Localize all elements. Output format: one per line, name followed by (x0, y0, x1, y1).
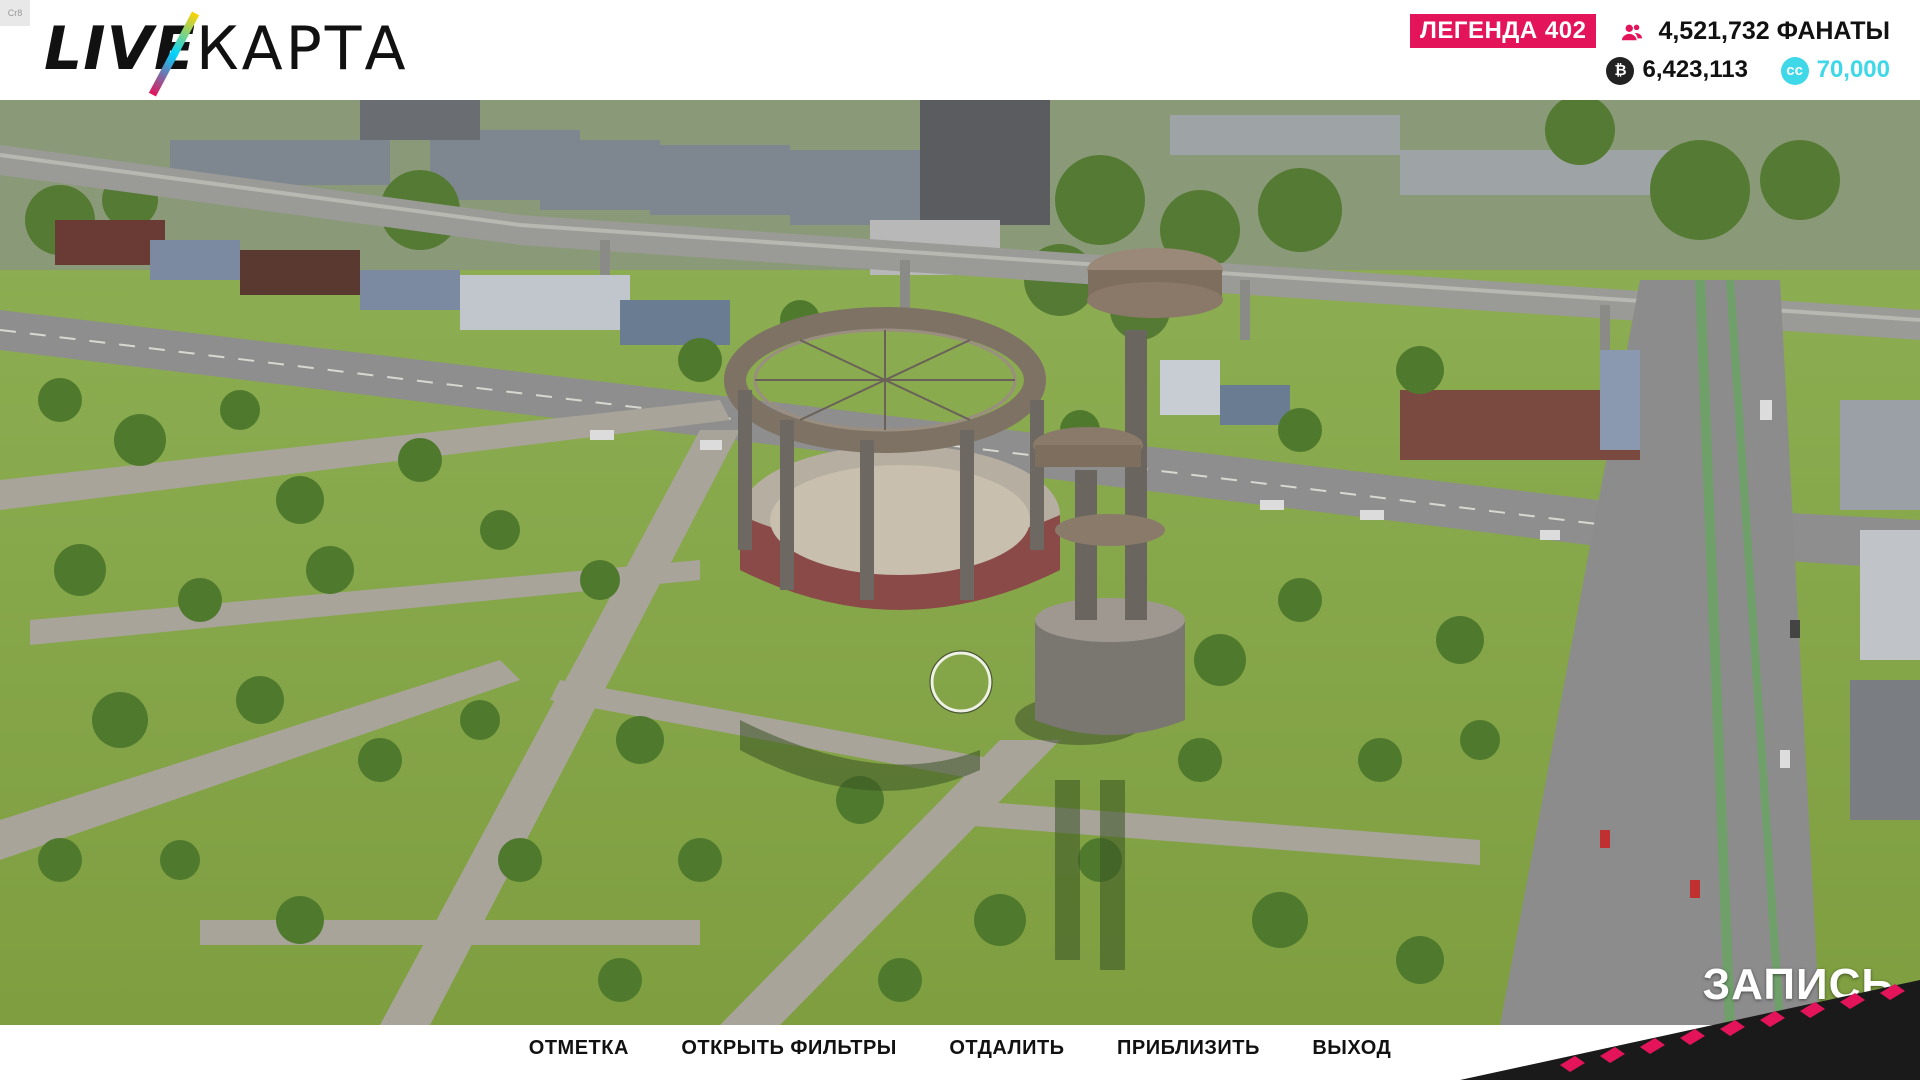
forza-points-icon: cc (1780, 56, 1809, 85)
city-scene (0, 100, 1920, 1025)
corner-stripe-decoration (1460, 980, 1920, 1080)
zoom-out-button[interactable]: ОТДАЛИТЬ (949, 1025, 1064, 1071)
open-filters-button[interactable]: ОТКРЫТЬ ФИЛЬТРЫ (681, 1025, 897, 1071)
currency-row: ₿ 6,423,113 cc 70,000 (1606, 54, 1890, 86)
logo-map-text: КАРТА (195, 14, 409, 84)
fans-icon (1622, 25, 1643, 41)
top-bar: Cr8 LIVE КАРТА ЛЕГЕНДА 402 4,521,732 ФАНА… (0, 0, 1920, 100)
map-viewport[interactable] (0, 100, 1920, 1025)
fans-label: ФАНАТЫ (1776, 17, 1890, 45)
corner-tag: Cr8 (0, 0, 30, 26)
fans-counter: 4,521,732 ФАНАТЫ (1621, 14, 1890, 48)
forza-points-value: 70,000 (1816, 56, 1890, 83)
zoom-in-button[interactable]: ПРИБЛИЗИТЬ (1117, 1025, 1260, 1071)
credits-coin-icon: ₿ (1606, 56, 1635, 85)
exit-button[interactable]: ВЫХОД (1312, 1025, 1391, 1071)
livemap-logo: LIVE КАРТА (44, 11, 409, 97)
legend-level-badge: ЛЕГЕНДА 402 (1410, 14, 1597, 48)
mark-button[interactable]: ОТМЕТКА (529, 1025, 629, 1071)
credits-value: 6,423,113 (1642, 56, 1748, 83)
fans-count: 4,521,732 (1658, 17, 1770, 45)
